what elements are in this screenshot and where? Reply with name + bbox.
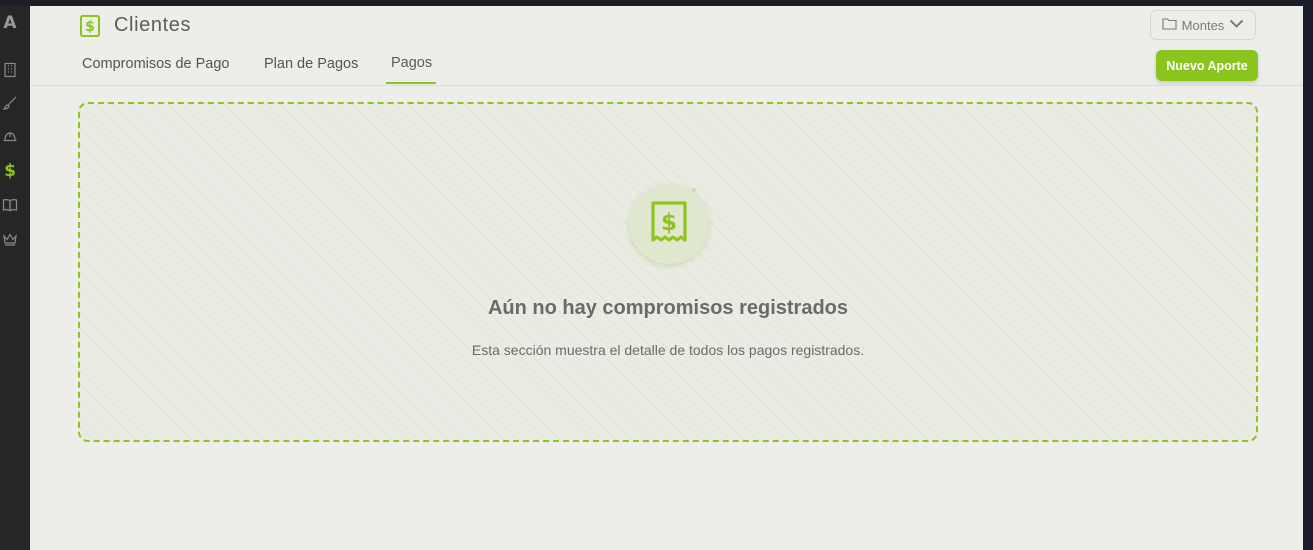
receipt-dollar-icon: $ (650, 200, 688, 249)
project-selector-label: Montes (1181, 17, 1225, 33)
empty-state-badge: $ (629, 184, 709, 264)
page-title: Clientes (114, 14, 192, 36)
tab-plan-de-pagos[interactable]: Plan de Pagos (264, 56, 358, 72)
svg-text:$: $ (661, 210, 677, 236)
folder-icon (1162, 17, 1177, 33)
tabs-divider (30, 85, 1303, 86)
chevron-down-icon (1229, 17, 1244, 33)
app-window: A $ $ Clientes Montes Compromisos de Pag… (0, 0, 1313, 550)
crown-icon[interactable] (2, 231, 18, 247)
main-panel: $ Clientes Montes Compromisos de Pago Pl… (30, 6, 1303, 550)
tab-compromisos-de-pago[interactable]: Compromisos de Pago (82, 56, 230, 72)
tab-pagos[interactable]: Pagos (391, 55, 432, 71)
active-tab-indicator (386, 82, 436, 84)
svg-text:$: $ (85, 19, 95, 35)
empty-state-title: Aún no hay compromisos registrados (487, 297, 849, 319)
project-selector[interactable]: Montes (1150, 10, 1256, 40)
empty-state: $ Aún no hay compromisos registrados Est… (78, 102, 1258, 442)
dollar-icon[interactable]: $ (2, 163, 18, 180)
window-edge (1303, 6, 1313, 550)
app-logo[interactable]: A (0, 13, 20, 33)
receipt-dollar-icon: $ (80, 15, 100, 37)
hardhat-icon[interactable] (2, 129, 18, 145)
book-icon[interactable] (2, 197, 18, 213)
building-icon[interactable] (2, 62, 18, 78)
brush-icon[interactable] (2, 95, 18, 111)
new-contribution-button[interactable]: Nuevo Aporte (1156, 50, 1258, 81)
sidebar: A $ (0, 6, 30, 550)
empty-state-description: Esta sección muestra el detalle de todos… (471, 342, 865, 358)
